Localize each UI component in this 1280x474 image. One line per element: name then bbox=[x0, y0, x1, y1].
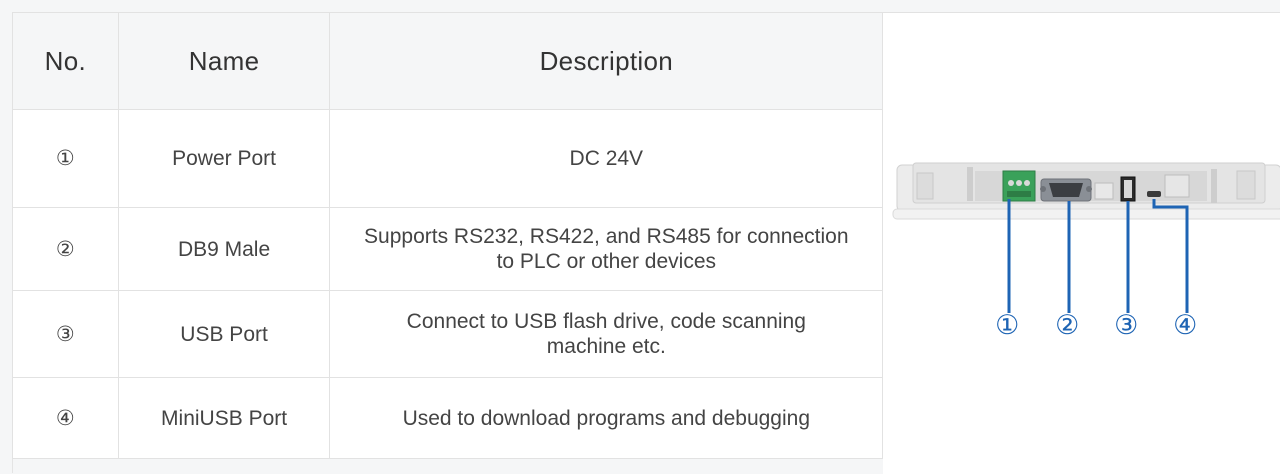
row-no: ④ bbox=[12, 377, 119, 459]
row-description: Connect to USB flash drive, code scannin… bbox=[329, 290, 884, 378]
header-no: No. bbox=[12, 12, 119, 110]
device-figure: ① ② ③ ④ bbox=[883, 13, 1280, 474]
row-description: Supports RS232, RS422, and RS485 for con… bbox=[329, 207, 884, 291]
row-no: ③ bbox=[12, 290, 119, 378]
row-description-text: Used to download programs and debugging bbox=[402, 406, 811, 430]
db9-port-graphic bbox=[1040, 178, 1093, 202]
header-description: Description bbox=[329, 12, 884, 110]
row-description-text: Connect to USB flash drive, code scannin… bbox=[406, 310, 806, 358]
callout-3: ③ bbox=[1114, 310, 1139, 340]
device-image-cell: ① ② ③ ④ bbox=[882, 12, 1280, 474]
row-name: DB9 Male bbox=[117, 207, 331, 291]
callout-2: ② bbox=[1055, 310, 1080, 340]
row-name: Power Port bbox=[117, 109, 331, 208]
usb-port-graphic bbox=[1120, 176, 1136, 202]
row-no: ① bbox=[12, 109, 119, 208]
row-no: ② bbox=[12, 207, 119, 291]
header-name: Name bbox=[117, 12, 331, 110]
power-port-graphic bbox=[1002, 170, 1036, 202]
table-header-row: No. Name Description ① ② ③ ④ bbox=[12, 12, 1280, 474]
row-description-text: DC 24V bbox=[569, 147, 644, 170]
row-description: DC 24V bbox=[329, 109, 884, 208]
row-name: USB Port bbox=[117, 290, 331, 378]
row-name: MiniUSB Port bbox=[117, 377, 331, 459]
row-description-text: Supports RS232, RS422, and RS485 for con… bbox=[364, 225, 849, 273]
hmi-bottom-view-image bbox=[892, 162, 1280, 313]
port-spec-table: No. Name Description ① ② ③ ④ ① Power Por… bbox=[12, 12, 1280, 474]
callout-4: ④ bbox=[1173, 310, 1198, 340]
row-description: Used to download programs and debugging bbox=[329, 377, 884, 459]
callout-1: ① bbox=[995, 310, 1020, 340]
